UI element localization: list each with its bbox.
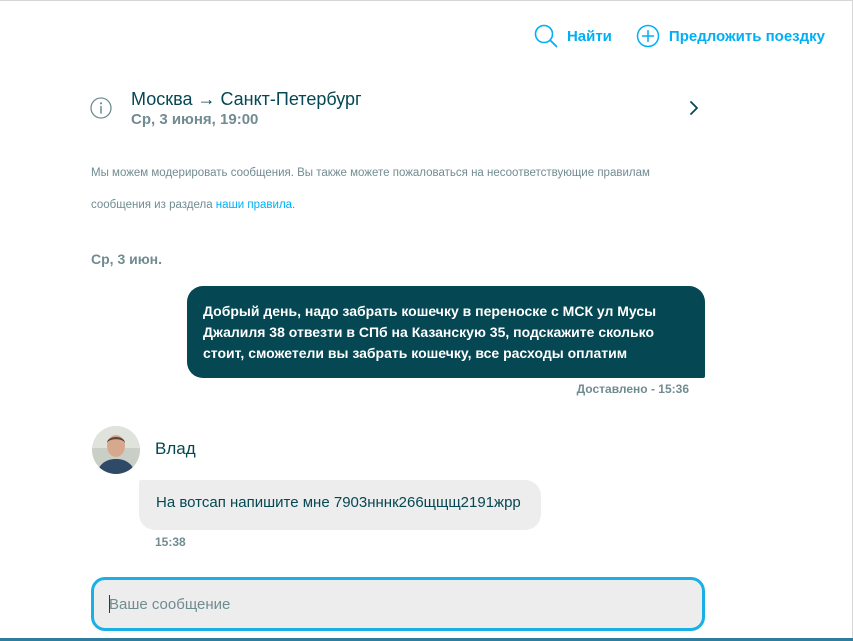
trip-summary-row[interactable]: Москва → Санкт-Петербург Ср, 3 июня, 19:… xyxy=(90,88,705,132)
trip-route: Москва → Санкт-Петербург xyxy=(131,89,362,109)
search-link[interactable]: Найти xyxy=(534,24,612,48)
notice-text: Мы можем модерировать сообщения. Вы такж… xyxy=(91,167,650,211)
delivery-status: Доставлено - 15:36 xyxy=(576,382,689,396)
moderation-notice: Мы можем модерировать сообщения. Вы такж… xyxy=(91,157,711,221)
rules-link[interactable]: наши правила xyxy=(216,199,292,211)
message-composer xyxy=(91,577,705,631)
search-icon xyxy=(534,24,558,48)
incoming-message: На вотсап напишите мне 7903нннк266щщщ219… xyxy=(139,480,541,530)
offer-ride-label: Предложить поездку xyxy=(668,27,825,45)
incoming-message-time: 15:38 xyxy=(155,535,186,549)
offer-ride-link[interactable]: Предложить поездку xyxy=(636,24,825,48)
notice-end: . xyxy=(292,199,296,211)
text-caret xyxy=(109,595,110,613)
top-navigation: Найти Предложить поездку xyxy=(534,24,825,48)
day-separator: Ср, 3 июн. xyxy=(91,251,163,267)
sender-name: Влад xyxy=(155,439,196,458)
plus-circle-icon xyxy=(636,24,660,48)
outgoing-message: Добрый день, надо забрать кошечку в пере… xyxy=(187,286,705,378)
avatar[interactable] xyxy=(92,426,140,474)
search-label: Найти xyxy=(566,27,612,45)
info-icon xyxy=(90,97,112,124)
chevron-right-icon xyxy=(689,100,699,121)
trip-date: Ср, 3 июня, 19:00 xyxy=(131,111,259,128)
top-border xyxy=(0,0,853,1)
message-input[interactable] xyxy=(94,580,702,628)
